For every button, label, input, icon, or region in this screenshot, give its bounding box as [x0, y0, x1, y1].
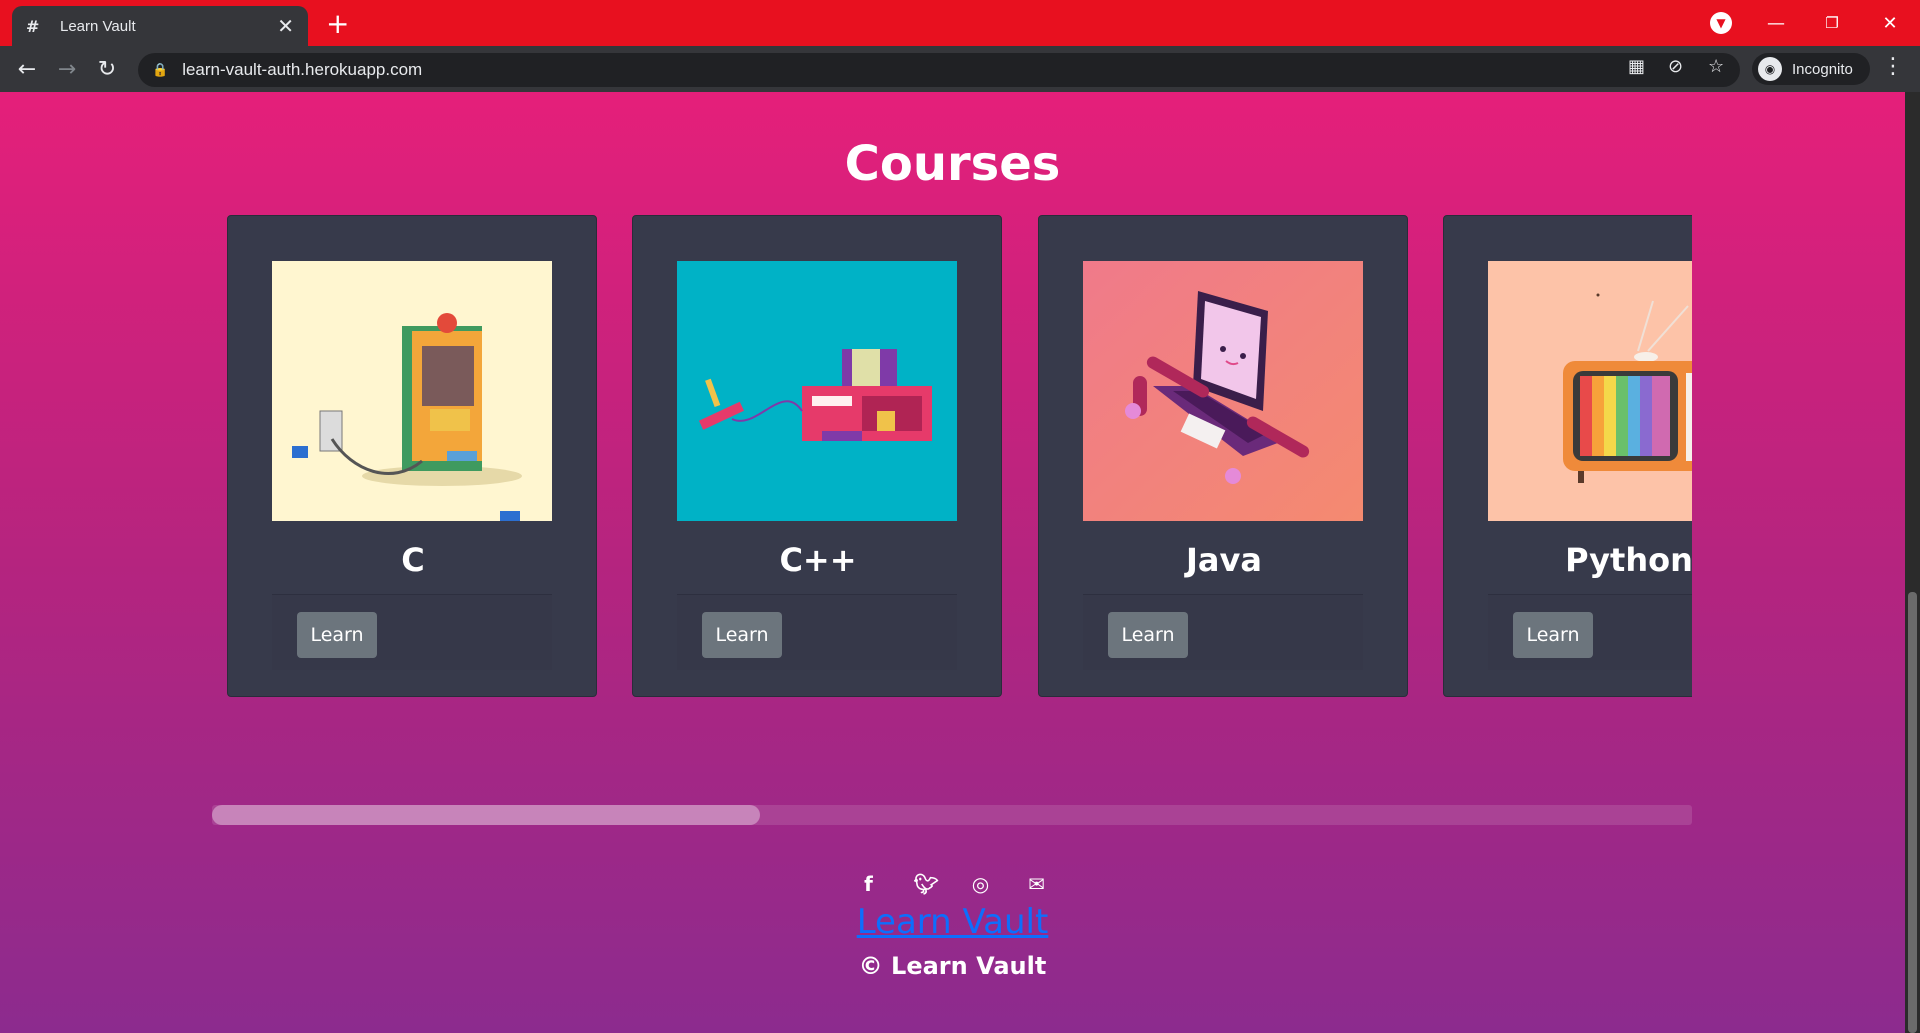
copyright-text: © Learn Vault — [858, 952, 1047, 980]
page-scrollbar[interactable] — [1905, 92, 1920, 1033]
course-image-java — [1083, 261, 1363, 521]
address-bar[interactable]: 🔒 learn-vault-auth.herokuapp.com — [138, 53, 1740, 87]
carousel-scrollbar-thumb[interactable] — [212, 805, 760, 825]
page-content: Courses C Learn C++ Learn Java Learn Pyt… — [0, 92, 1905, 1033]
card-footer-c: Learn — [272, 594, 552, 670]
minimize-button[interactable]: — — [1748, 0, 1804, 46]
email-icon[interactable]: ✉ — [1026, 872, 1048, 896]
learn-button-python[interactable]: Learn — [1513, 612, 1593, 658]
tab-close-icon[interactable]: ✕ — [277, 14, 294, 38]
browser-menu-icon[interactable]: ⋮ — [1882, 54, 1904, 79]
course-title-cpp: C++ — [779, 541, 857, 579]
close-window-button[interactable]: ✕ — [1862, 0, 1918, 46]
back-arrow-icon[interactable]: ← — [12, 54, 42, 84]
card-footer-python: Learn — [1488, 594, 1692, 670]
course-card-python: Python Learn — [1443, 215, 1692, 697]
course-card-c: C Learn — [227, 215, 597, 697]
carousel-track[interactable]: C Learn C++ Learn Java Learn Python Lear… — [212, 215, 1692, 697]
tab-title: Learn Vault — [60, 17, 136, 35]
reload-icon[interactable]: ↻ — [92, 54, 122, 84]
card-footer-java: Learn — [1083, 594, 1363, 670]
restore-button[interactable]: ❐ — [1804, 0, 1860, 46]
profile-label: Incognito — [1792, 60, 1853, 78]
social-links: f 🐦︎ ◎ ✉ — [0, 872, 1905, 896]
courses-carousel: C Learn C++ Learn Java Learn Python Lear… — [212, 215, 1692, 825]
lock-icon: 🔒 — [152, 62, 169, 77]
course-image-c — [272, 261, 552, 521]
course-title-python: Python — [1565, 541, 1692, 579]
instagram-icon[interactable]: ◎ — [970, 872, 992, 896]
browser-tab[interactable]: # Learn Vault ✕ — [12, 6, 308, 46]
tab-favicon-icon: # — [26, 16, 40, 36]
browser-toolbar: ← → ↻ 🔒 learn-vault-auth.herokuapp.com ▦… — [0, 46, 1920, 92]
incognito-icon: ◉ — [1758, 57, 1782, 81]
new-tab-button[interactable]: + — [326, 9, 349, 39]
course-card-cpp: C++ Learn — [632, 215, 1002, 697]
page-scrollbar-thumb[interactable] — [1908, 592, 1917, 1033]
qr-code-icon[interactable]: ▦ — [1628, 56, 1645, 77]
carousel-scrollbar[interactable] — [212, 805, 1692, 825]
url-text: learn-vault-auth.herokuapp.com — [182, 60, 423, 79]
tab-search-icon[interactable]: ▼ — [1710, 12, 1732, 34]
browser-tab-strip: # Learn Vault ✕ + ▼ — ❐ ✕ — [0, 0, 1920, 46]
course-image-cpp — [677, 261, 957, 521]
learn-button-c[interactable]: Learn — [297, 612, 377, 658]
page-footer: f 🐦︎ ◎ ✉ Learn Vault © Learn Vault — [0, 872, 1905, 980]
course-image-python — [1488, 261, 1692, 521]
card-footer-cpp: Learn — [677, 594, 957, 670]
course-card-java: Java Learn — [1038, 215, 1408, 697]
facebook-icon[interactable]: f — [858, 872, 880, 896]
course-title-c: C — [401, 541, 425, 579]
course-title-java: Java — [1186, 541, 1262, 579]
learn-button-java[interactable]: Learn — [1108, 612, 1188, 658]
eye-off-icon[interactable]: ⊘ — [1668, 56, 1683, 77]
learn-button-cpp[interactable]: Learn — [702, 612, 782, 658]
twitter-icon[interactable]: 🐦︎ — [914, 872, 939, 896]
page-title: Courses — [844, 136, 1061, 192]
bookmark-star-icon[interactable]: ☆ — [1708, 56, 1724, 77]
brand-link[interactable]: Learn Vault — [857, 902, 1049, 942]
forward-arrow-icon[interactable]: → — [52, 54, 82, 84]
incognito-profile-button[interactable]: ◉ Incognito — [1752, 53, 1870, 85]
